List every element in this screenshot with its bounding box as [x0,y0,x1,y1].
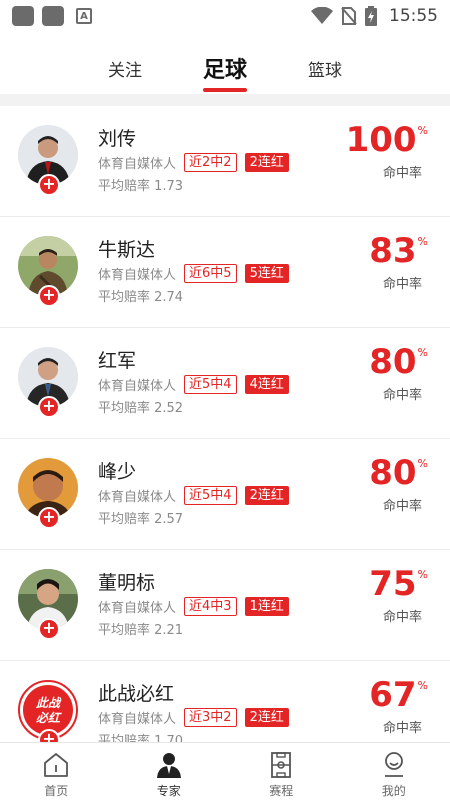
avatar-logo-text: 此战 [36,696,62,710]
category-tabs: 关注 足球 篮球 [0,42,450,94]
follow-plus-button[interactable]: + [38,285,60,307]
hit-rate-label: 命中率 [382,499,422,514]
list-item[interactable]: + 峰少 体育自媒体人 近5中4 2连红 平均赔率 2.57 80% 命中率 [0,439,450,550]
status-time: 15:55 [389,6,438,26]
home-icon [44,753,69,777]
battery-icon [365,6,377,26]
follow-plus-button[interactable]: + [38,507,60,529]
tab-football[interactable]: 足球 [175,42,275,94]
hit-rate-label: 命中率 [382,388,422,403]
expert-name: 峰少 [98,461,137,483]
wifi-icon [311,7,333,24]
expert-role: 体育自媒体人 [98,601,177,616]
tab-basketball[interactable]: 篮球 [275,42,375,94]
hit-rate-unit: % [417,346,428,359]
profile-icon [384,752,403,777]
hit-rate-label: 命中率 [382,610,422,625]
hit-rate-value: 67 [369,675,417,715]
average-odds: 平均赔率 2.21 [98,623,184,638]
notification-icon [42,6,64,26]
expert-name: 红军 [98,350,137,372]
nav-expert-label: 专家 [156,784,181,798]
recent-record-badge: 近2中2 [184,153,237,172]
hit-rate-value: 80 [369,453,417,493]
list-item[interactable]: + 董明标 体育自媒体人 近4中3 1连红 平均赔率 2.21 75% 命中率 [0,550,450,661]
list-item[interactable]: + 刘传 体育自媒体人 近2中2 2连红 平均赔率 1.73 100% 命中率 [0,106,450,217]
hit-rate-value: 100 [345,120,417,160]
recent-record-badge: 近3中2 [184,708,237,727]
hit-rate-label: 命中率 [382,166,422,181]
hit-rate-value: 75 [369,564,417,604]
follow-plus-button[interactable]: + [38,174,60,196]
expert-icon [156,753,181,778]
list-item[interactable]: + 红军 体育自媒体人 近5中4 4连红 平均赔率 2.52 80% 命中率 [0,328,450,439]
hit-rate-unit: % [417,568,428,581]
average-odds: 平均赔率 2.74 [98,290,184,305]
hit-rate-unit: % [417,679,428,692]
win-streak-badge: 1连红 [244,597,289,616]
average-odds: 平均赔率 1.70 [98,734,184,742]
app-a-icon: A [76,8,92,24]
average-odds: 平均赔率 2.52 [98,401,184,416]
tab-follow[interactable]: 关注 [75,42,175,94]
hit-rate-label: 命中率 [382,721,422,736]
recent-record-badge: 近4中3 [184,597,237,616]
expert-role: 体育自媒体人 [98,379,177,394]
avatar-logo-text: 必红 [36,711,62,725]
nav-profile[interactable]: 我的 [338,743,450,800]
win-streak-badge: 2连红 [244,708,289,727]
status-bar: A 15:55 [0,0,450,32]
expert-list: + 刘传 体育自媒体人 近2中2 2连红 平均赔率 1.73 100% 命中率 … [0,106,450,742]
nav-home[interactable]: 首页 [0,743,113,800]
follow-plus-button[interactable]: + [38,618,60,640]
nav-home-label: 首页 [44,784,69,798]
win-streak-badge: 4连红 [244,375,289,394]
bottom-nav: 首页 专家 赛程 我的 [0,742,450,800]
nav-expert[interactable]: 专家 [113,743,226,800]
section-divider [0,94,450,106]
no-sim-icon [341,7,357,25]
expert-name: 此战必红 [98,683,175,705]
field-icon [271,752,292,778]
recent-record-badge: 近5中4 [184,375,237,394]
win-streak-badge: 2连红 [244,153,289,172]
follow-plus-button[interactable]: + [38,396,60,418]
hit-rate-unit: % [417,457,428,470]
average-odds: 平均赔率 1.73 [98,179,184,194]
average-odds: 平均赔率 2.57 [98,512,184,527]
list-item[interactable]: 此战 必红 + 此战必红 体育自媒体人 近3中2 2连红 平均赔率 1.70 6… [0,661,450,742]
hit-rate-value: 80 [369,342,417,382]
recent-record-badge: 近5中4 [184,486,237,505]
win-streak-badge: 2连红 [244,486,289,505]
nav-schedule[interactable]: 赛程 [225,743,338,800]
hit-rate-value: 83 [369,231,417,271]
recent-record-badge: 近6中5 [184,264,237,283]
nav-schedule-label: 赛程 [269,784,294,798]
expert-name: 董明标 [98,572,156,594]
hit-rate-unit: % [417,124,428,137]
hit-rate-label: 命中率 [382,277,422,292]
list-item[interactable]: + 牛斯达 体育自媒体人 近6中5 5连红 平均赔率 2.74 83% 命中率 [0,217,450,328]
expert-role: 体育自媒体人 [98,712,177,727]
expert-role: 体育自媒体人 [98,268,177,283]
nav-profile-label: 我的 [381,784,406,798]
expert-role: 体育自媒体人 [98,490,177,505]
expert-name: 牛斯达 [98,239,156,261]
hit-rate-unit: % [417,235,428,248]
notification-icon [12,6,34,26]
win-streak-badge: 5连红 [244,264,289,283]
expert-role: 体育自媒体人 [98,157,177,172]
expert-name: 刘传 [98,128,137,150]
